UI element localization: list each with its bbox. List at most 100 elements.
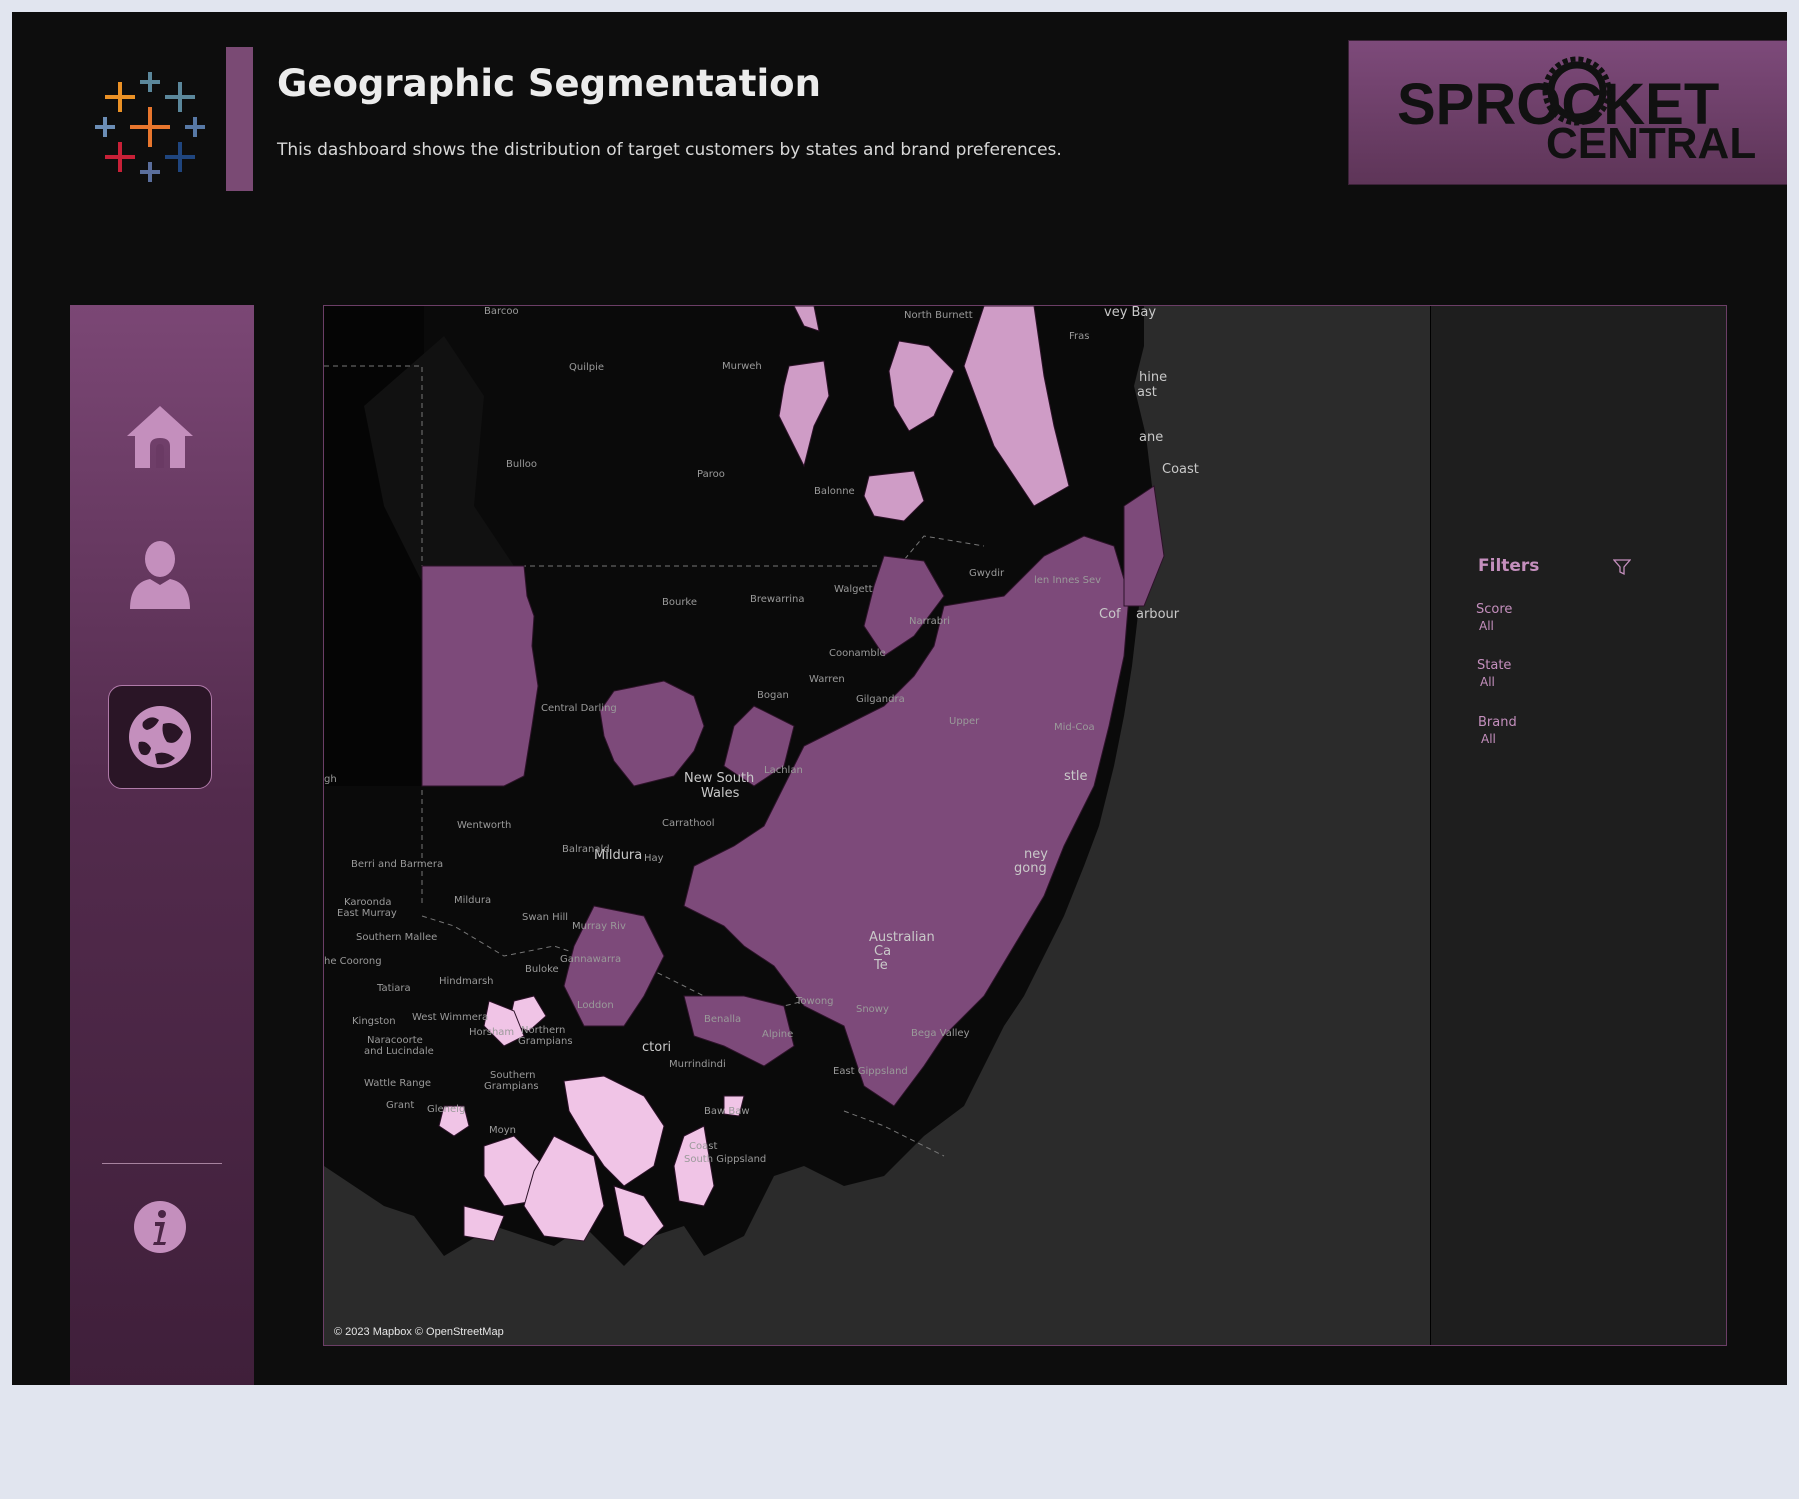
svg-text:Balranald: Balranald: [562, 844, 610, 855]
svg-text:Central Darling: Central Darling: [541, 703, 617, 714]
filters-title: Filters: [1478, 556, 1540, 576]
filter-brand-select[interactable]: All: [1481, 732, 1496, 746]
svg-text:Balonne: Balonne: [814, 486, 855, 497]
svg-text:ane: ane: [1139, 430, 1163, 445]
svg-text:East Gippsland: East Gippsland: [833, 1066, 908, 1077]
svg-text:and Lucindale: and Lucindale: [364, 1046, 434, 1057]
svg-text:Grampians: Grampians: [484, 1081, 539, 1092]
filters-pane: Filters Score All State All Brand All: [1430, 306, 1726, 1345]
svg-text:Fras: Fras: [1069, 331, 1089, 342]
svg-text:Barcoo: Barcoo: [484, 306, 519, 317]
filter-score-label: Score: [1476, 602, 1513, 617]
tableau-logo-icon: [95, 72, 205, 182]
nav-info-button[interactable]: [108, 1175, 212, 1279]
svg-text:ney: ney: [1024, 847, 1048, 862]
svg-text:North Burnett: North Burnett: [904, 310, 973, 321]
svg-text:gong: gong: [1014, 861, 1047, 876]
svg-text:Grampians: Grampians: [518, 1036, 573, 1047]
map-attribution[interactable]: © 2023 Mapbox © OpenStreetMap: [334, 1326, 504, 1338]
svg-text:Hindmarsh: Hindmarsh: [439, 976, 494, 987]
nav-home-button[interactable]: [108, 385, 212, 489]
svg-text:Bogan: Bogan: [757, 690, 789, 701]
svg-text:Southern: Southern: [490, 1070, 536, 1081]
nav-divider: [102, 1163, 222, 1164]
filter-state-select[interactable]: All: [1480, 675, 1495, 689]
svg-text:Gwydir: Gwydir: [969, 568, 1005, 579]
svg-text:Ca: Ca: [874, 944, 891, 959]
svg-text:vey Bay: vey Bay: [1104, 306, 1156, 320]
svg-text:Horsham: Horsham: [469, 1027, 514, 1038]
header-accent-bar: [226, 47, 253, 191]
svg-text:stle: stle: [1064, 769, 1087, 784]
svg-text:len Innes Sev: len Innes Sev: [1034, 575, 1101, 586]
filter-brand-label: Brand: [1478, 715, 1517, 730]
svg-text:Alpine: Alpine: [762, 1029, 793, 1040]
filter-score-select[interactable]: All: [1479, 619, 1494, 633]
svg-text:Hay: Hay: [644, 853, 664, 864]
svg-text:ctori: ctori: [642, 1040, 671, 1055]
svg-text:Wentworth: Wentworth: [457, 820, 511, 831]
svg-text:Bega Valley: Bega Valley: [911, 1028, 970, 1039]
map-canvas[interactable]: Barcoo North Burnett vey Bay Fras Quilpi…: [324, 306, 1430, 1345]
svg-text:Lachlan: Lachlan: [764, 765, 803, 776]
svg-text:ast: ast: [1137, 385, 1157, 400]
page-subtitle: This dashboard shows the distribution of…: [277, 140, 1062, 160]
svg-text:Murray Riv: Murray Riv: [572, 921, 626, 932]
svg-text:Gannawarra: Gannawarra: [560, 954, 621, 965]
svg-text:South Gippsland: South Gippsland: [684, 1154, 766, 1165]
nav-map-button[interactable]: [108, 685, 212, 789]
svg-text:Glenelg: Glenelg: [427, 1104, 465, 1115]
svg-text:Quilpie: Quilpie: [569, 362, 604, 373]
filter-state-label: State: [1477, 658, 1512, 673]
svg-text:Narrabri: Narrabri: [909, 616, 950, 627]
info-icon: [134, 1201, 186, 1253]
brand-line2: CENTRAL: [1546, 119, 1756, 168]
svg-text:Paroo: Paroo: [697, 469, 725, 480]
svg-text:Baw Baw: Baw Baw: [704, 1106, 750, 1117]
svg-text:arbour: arbour: [1136, 607, 1180, 622]
svg-text:Cof: Cof: [1099, 607, 1121, 622]
svg-text:Tatiara: Tatiara: [376, 983, 411, 994]
svg-text:Bulloo: Bulloo: [506, 459, 537, 470]
svg-text:Mildura: Mildura: [454, 895, 491, 906]
svg-text:Mid-Coa: Mid-Coa: [1054, 722, 1095, 733]
svg-text:Wattle Range: Wattle Range: [364, 1078, 431, 1089]
svg-text:Kingston: Kingston: [352, 1016, 396, 1027]
svg-text:Northern: Northern: [521, 1025, 565, 1036]
svg-text:Coast: Coast: [689, 1141, 717, 1152]
svg-text:Coast: Coast: [1162, 462, 1199, 477]
svg-text:East Murray: East Murray: [337, 908, 397, 919]
svg-text:Grant: Grant: [386, 1100, 414, 1111]
dashboard: Geographic Segmentation This dashboard s…: [12, 12, 1787, 1385]
svg-text:Murweh: Murweh: [722, 361, 762, 372]
svg-text:Swan Hill: Swan Hill: [522, 912, 568, 923]
svg-text:Brewarrina: Brewarrina: [750, 594, 805, 605]
svg-text:Berri and Barmera: Berri and Barmera: [351, 859, 443, 870]
svg-text:Murrindindi: Murrindindi: [669, 1059, 726, 1070]
svg-text:gh: gh: [324, 774, 337, 785]
map-view[interactable]: Barcoo North Burnett vey Bay Fras Quilpi…: [324, 306, 1430, 1345]
svg-text:Australian: Australian: [869, 930, 935, 945]
svg-text:Carrathool: Carrathool: [662, 818, 715, 829]
svg-text:Karoonda: Karoonda: [344, 897, 391, 908]
svg-text:Towong: Towong: [795, 996, 834, 1007]
svg-text:West Wimmera: West Wimmera: [412, 1012, 488, 1023]
page-title: Geographic Segmentation: [277, 62, 821, 105]
svg-text:hine: hine: [1139, 370, 1167, 385]
svg-text:Te: Te: [873, 958, 888, 973]
funnel-icon[interactable]: [1613, 558, 1631, 576]
svg-text:Loddon: Loddon: [577, 1000, 614, 1011]
svg-text:Naracoorte: Naracoorte: [367, 1035, 423, 1046]
svg-text:Wales: Wales: [701, 786, 740, 801]
svg-text:Benalla: Benalla: [704, 1014, 741, 1025]
svg-text:Bourke: Bourke: [662, 597, 697, 608]
nav-user-button[interactable]: [108, 523, 212, 627]
svg-text:Buloke: Buloke: [525, 964, 559, 975]
svg-text:Gilgandra: Gilgandra: [856, 694, 905, 705]
svg-text:Snowy: Snowy: [856, 1004, 889, 1015]
svg-text:Southern Mallee: Southern Mallee: [356, 932, 437, 943]
svg-text:New South: New South: [684, 771, 754, 786]
map-panel: Barcoo North Burnett vey Bay Fras Quilpi…: [323, 305, 1727, 1346]
svg-text:Coonamble: Coonamble: [829, 648, 886, 659]
svg-text:Walgett: Walgett: [834, 584, 873, 595]
